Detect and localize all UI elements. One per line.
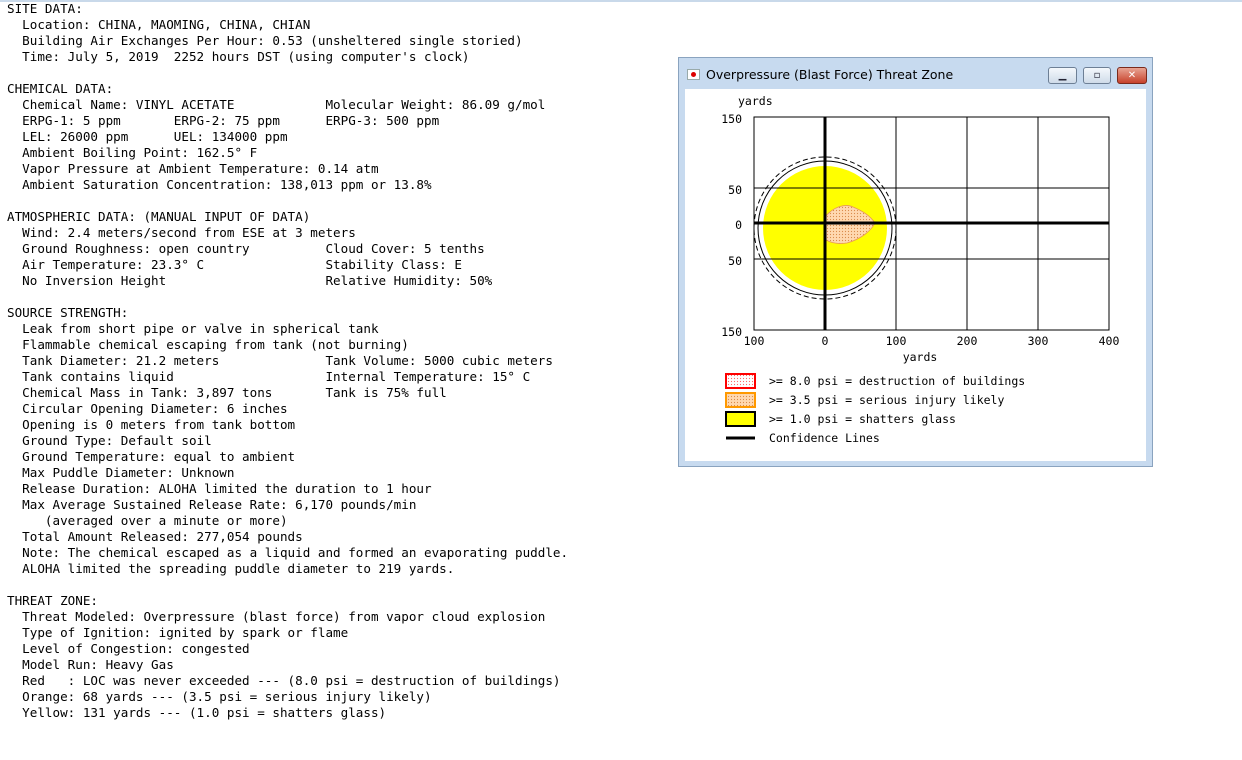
report-line: Leak from short pipe or valve in spheric… [7,321,379,336]
x-tick-label: 100 [886,334,907,348]
report-line: Threat Modeled: Overpressure (blast forc… [7,609,546,624]
report-line: Level of Congestion: congested [7,641,250,656]
legend-label: Confidence Lines [769,431,880,445]
minimize-button[interactable]: ▁ [1048,67,1077,84]
report-line: SOURCE STRENGTH: [7,305,129,320]
report-line: Max Puddle Diameter: Unknown [7,465,235,480]
report-line: Tank contains liquid Internal Temperatur… [7,369,531,384]
y-axis-unit-label: yards [738,94,773,108]
report-line: Max Average Sustained Release Rate: 6,17… [7,497,417,512]
report-line: SITE DATA: [7,1,83,16]
window-title: Overpressure (Blast Force) Threat Zone [706,67,954,82]
report-line: CHEMICAL DATA: [7,81,114,96]
report-line: Type of Ignition: ignited by spark or fl… [7,625,349,640]
report-line: Time: July 5, 2019 2252 hours DST (using… [7,49,470,64]
app-icon [687,69,700,80]
report-line [7,577,568,593]
report-line: Flammable chemical escaping from tank (n… [7,337,409,352]
report-line [7,65,568,81]
report-line: Orange: 68 yards --- (3.5 psi = serious … [7,689,432,704]
report-line: ATMOSPHERIC DATA: (MANUAL INPUT OF DATA) [7,209,311,224]
threat-zone-window[interactable]: Overpressure (Blast Force) Threat Zone ▁… [678,57,1153,467]
x-tick-label: 400 [1099,334,1120,348]
report-line: Note: The chemical escaped as a liquid a… [7,545,569,560]
report-line: ALOHA limited the spreading puddle diame… [7,561,455,576]
window-titlebar[interactable]: Overpressure (Blast Force) Threat Zone ▁… [679,58,1152,88]
legend-swatch [725,392,756,408]
maximize-button[interactable]: ▫ [1083,67,1111,84]
report-line: Circular Opening Diameter: 6 inches [7,401,288,416]
y-tick-label: 150 [721,112,742,126]
y-tick-label: 0 [735,218,742,232]
report-line: No Inversion Height Relative Humidity: 5… [7,273,493,288]
report-line: Red : LOC was never exceeded --- (8.0 ps… [7,673,561,688]
x-tick-label: 0 [822,334,829,348]
threat-zone-plot: yards yards 150 50 0 50 150 100 0 100 200 300 400 [721,94,1120,445]
y-tick-label: 50 [728,254,742,268]
report-line: Model Run: Heavy Gas [7,657,174,672]
report-line: LEL: 26000 ppm UEL: 134000 ppm [7,129,288,144]
x-tick-label: 300 [1028,334,1049,348]
report-line: Ambient Saturation Concentration: 138,01… [7,177,432,192]
report-line: Ambient Boiling Point: 162.5° F [7,145,258,160]
report-line: Wind: 2.4 meters/second from ESE at 3 me… [7,225,356,240]
report-line: Ground Type: Default soil [7,433,212,448]
report-line: Tank Diameter: 21.2 meters Tank Volume: … [7,353,553,368]
x-tick-label: 100 [744,334,765,348]
legend-label: >= 3.5 psi = serious injury likely [769,393,1004,407]
report-line: THREAT ZONE: [7,593,98,608]
report-line: Chemical Mass in Tank: 3,897 tons Tank i… [7,385,447,400]
text-summary-report: SITE DATA: Location: CHINA, MAOMING, CHI… [7,1,568,721]
report-line: Vapor Pressure at Ambient Temperature: 0… [7,161,379,176]
close-button[interactable]: ✕ [1117,67,1147,84]
report-line: Total Amount Released: 277,054 pounds [7,529,303,544]
x-tick-label: 200 [957,334,978,348]
legend-label: >= 8.0 psi = destruction of buildings [769,374,1025,388]
report-line [7,193,568,209]
report-line: Air Temperature: 23.3° C Stability Class… [7,257,462,272]
report-line: ERPG-1: 5 ppm ERPG-2: 75 ppm ERPG-3: 500… [7,113,440,128]
legend-swatch [725,373,756,389]
threat-zone-plot-area: yards yards 150 50 0 50 150 100 0 100 200 300 400 [685,89,1146,461]
report-line: (averaged over a minute or more) [7,513,288,528]
report-line: Building Air Exchanges Per Hour: 0.53 (u… [7,33,523,48]
legend-swatch [725,411,756,427]
report-line: Yellow: 131 yards --- (1.0 psi = shatter… [7,705,387,720]
legend-label: >= 1.0 psi = shatters glass [769,412,956,426]
y-tick-label: 50 [728,183,742,197]
report-line: Chemical Name: VINYL ACETATE Molecular W… [7,97,546,112]
report-line: Ground Roughness: open country Cloud Cov… [7,241,485,256]
report-line: Location: CHINA, MAOMING, CHINA, CHIAN [7,17,311,32]
report-line [7,289,568,305]
x-axis-unit-label: yards [903,350,938,364]
report-line: Ground Temperature: equal to ambient [7,449,296,464]
report-line: Release Duration: ALOHA limited the dura… [7,481,432,496]
report-line: Opening is 0 meters from tank bottom [7,417,296,432]
y-tick-label: 150 [721,325,742,339]
plot-grid [753,116,1110,331]
